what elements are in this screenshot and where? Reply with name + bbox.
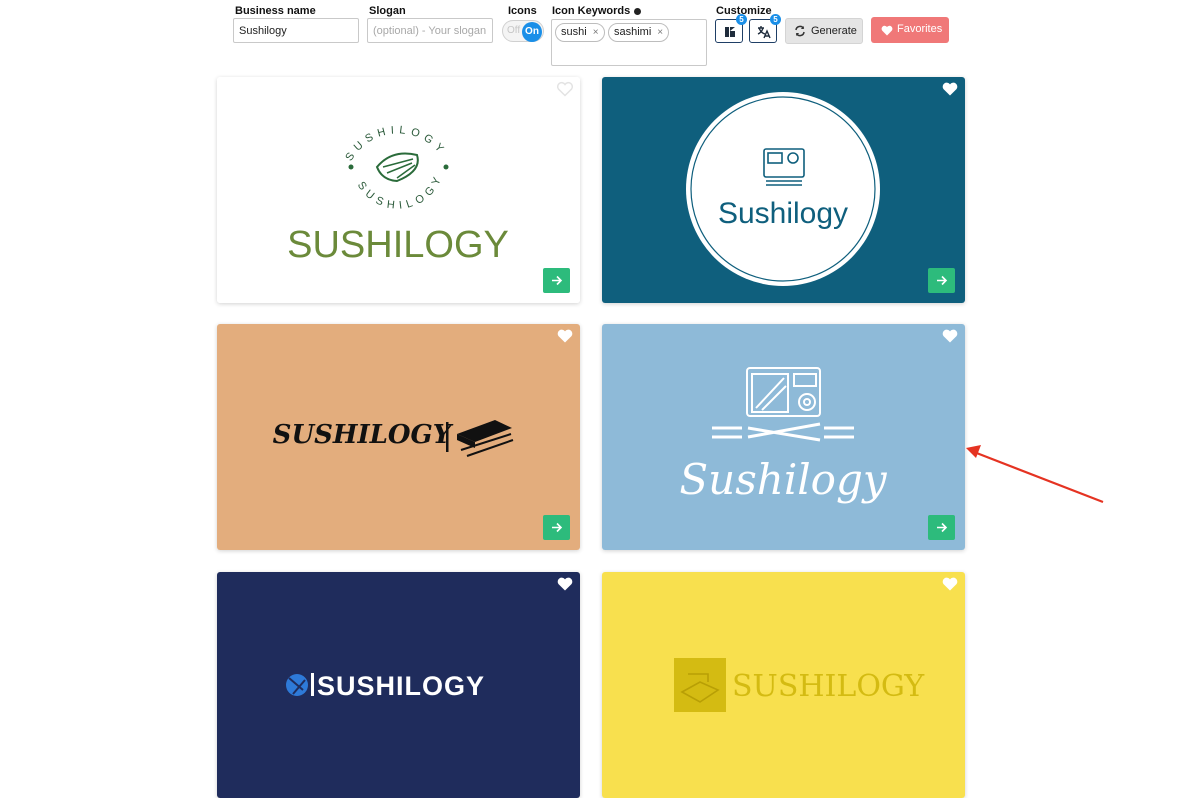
toggle-off-label: Off bbox=[507, 25, 521, 36]
arrow-right-glyph bbox=[552, 275, 563, 286]
logo-preview: SUSHILOGY bbox=[602, 572, 965, 798]
chip-remove-icon[interactable]: × bbox=[593, 27, 599, 38]
toolbar: Business name Slogan Icons Off On Icon K… bbox=[0, 0, 1200, 70]
heart-icon[interactable] bbox=[556, 328, 574, 344]
logo-card[interactable]: Sushilogy bbox=[602, 77, 965, 303]
aperture-icon bbox=[286, 674, 308, 696]
info-icon[interactable] bbox=[634, 7, 642, 15]
favorites-button[interactable]: Favorites bbox=[871, 17, 949, 43]
logo-card[interactable]: SUSHILOGY bbox=[217, 324, 580, 550]
logo-preview: Sushilogy bbox=[602, 77, 965, 303]
slogan-input[interactable] bbox=[367, 18, 493, 43]
arrow-right-glyph bbox=[552, 522, 563, 533]
logo-name-text: Sushilogy bbox=[679, 455, 887, 504]
logo-name-text: SUSHILOGY bbox=[273, 420, 454, 450]
arrow-right-glyph bbox=[937, 275, 948, 286]
logo-card[interactable]: Sushilogy bbox=[602, 324, 965, 550]
arrow-right-icon[interactable] bbox=[928, 515, 955, 540]
layout-customize-button[interactable]: 5 bbox=[715, 14, 747, 43]
logo-preview: SUSHILOGY SUSHILOGY SUSHILOGY bbox=[217, 77, 580, 303]
favorites-label: Favorites bbox=[897, 23, 943, 35]
logo-card[interactable]: SUSHILOGY bbox=[602, 572, 965, 798]
generate-button[interactable]: Generate bbox=[785, 18, 863, 44]
keyword-chip-label: sashimi bbox=[614, 26, 652, 38]
icons-toggle[interactable]: Off On bbox=[502, 20, 544, 42]
logo-name-text: SUSHILOGY bbox=[732, 669, 925, 704]
arrow-right-icon[interactable] bbox=[543, 268, 570, 293]
heart-icon[interactable] bbox=[941, 81, 959, 97]
annotation-arrow bbox=[966, 445, 1104, 504]
icon-keywords-label-row: Icon Keywords bbox=[552, 5, 642, 17]
logo-card[interactable]: SUSHILOGY SUSHILOGY SUSHILOGY bbox=[217, 77, 580, 303]
toggle-on-knob: On bbox=[522, 22, 542, 42]
keywords-input[interactable]: sushi × sashimi × bbox=[551, 19, 707, 66]
logo-name-text: SUSHILOGY bbox=[317, 671, 485, 701]
logo-name-text: SUSHILOGY bbox=[287, 224, 509, 266]
chip-remove-icon[interactable]: × bbox=[657, 27, 663, 38]
heart-icon[interactable] bbox=[556, 576, 574, 592]
logo-preview: Sushilogy bbox=[602, 324, 965, 550]
arrow-right-icon[interactable] bbox=[928, 268, 955, 293]
keyword-chip: sashimi × bbox=[608, 23, 670, 42]
heart-icon[interactable] bbox=[941, 328, 959, 344]
arrow-right-icon[interactable] bbox=[543, 515, 570, 540]
business-name-label: Business name bbox=[235, 5, 316, 17]
logo-preview: SUSHILOGY bbox=[217, 572, 580, 798]
customize-badge: 5 bbox=[736, 14, 747, 25]
refresh-icon bbox=[795, 25, 805, 37]
logo-card[interactable]: SUSHILOGY bbox=[217, 572, 580, 798]
customize-badge: 5 bbox=[770, 14, 781, 25]
icons-label: Icons bbox=[508, 5, 537, 17]
keyword-chip-label: sushi bbox=[561, 26, 587, 38]
font-customize-button[interactable]: 5 bbox=[749, 14, 781, 43]
generate-label: Generate bbox=[811, 25, 857, 37]
keyword-chip: sushi × bbox=[555, 23, 605, 42]
logo-preview: SUSHILOGY bbox=[217, 324, 580, 550]
icon-keywords-label: Icon Keywords bbox=[552, 5, 631, 17]
heart-icon bbox=[881, 25, 893, 36]
business-name-input[interactable] bbox=[233, 18, 359, 43]
heart-icon[interactable] bbox=[941, 576, 959, 592]
heart-outline-icon[interactable] bbox=[556, 81, 574, 97]
arrow-right-glyph bbox=[937, 522, 948, 533]
slogan-label: Slogan bbox=[369, 5, 406, 17]
logo-name-text: Sushilogy bbox=[718, 197, 848, 230]
